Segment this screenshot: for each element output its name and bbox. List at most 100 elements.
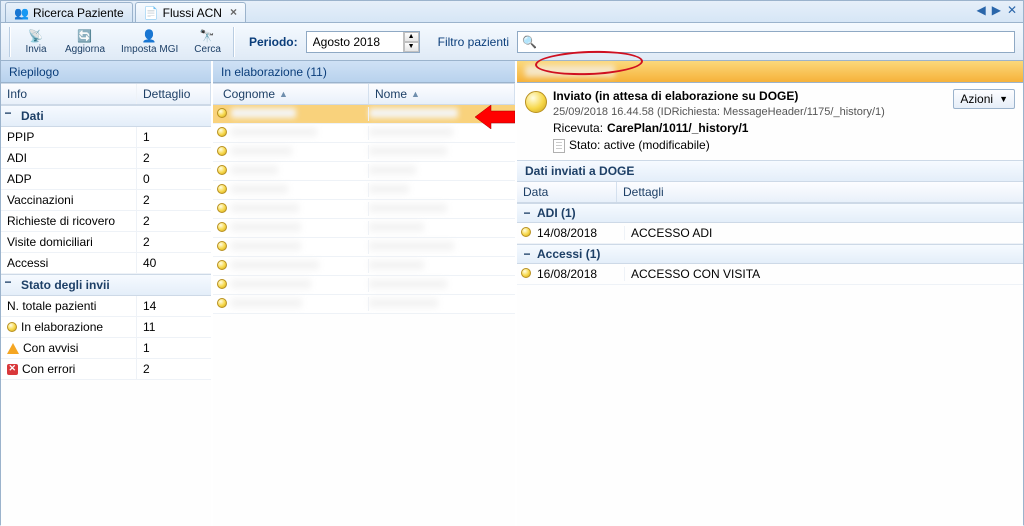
elab-row[interactable] [213,162,515,181]
main-area: Riepilogo Info Dettaglio − Dati PPIP 1 A… [1,61,1023,526]
doge-row[interactable]: 14/08/2018 ACCESSO ADI [517,223,1023,244]
nome-cell [369,183,515,197]
stato-row[interactable]: N. totale pazienti 14 [1,296,211,317]
riepilogo-row[interactable]: Vaccinazioni 2 [1,190,211,211]
aggiorna-button[interactable]: 🔄 Aggiorna [59,28,111,56]
elab-row[interactable] [213,219,515,238]
collapse-icon[interactable]: − [521,206,533,220]
elab-row[interactable] [213,257,515,276]
doge-group-label: Accessi (1) [537,247,600,261]
row-status-icon [213,240,231,254]
filtro-input[interactable] [537,33,1014,51]
elab-row[interactable] [213,181,515,200]
periodo-input[interactable] [307,33,403,51]
elab-row[interactable] [213,238,515,257]
tab-close-icon[interactable]: × [230,9,237,16]
stato-key: Con avvisi [1,338,137,358]
periodo-field[interactable]: ▲ ▼ [306,31,420,53]
azioni-button[interactable]: Azioni ▼ [953,89,1015,109]
stato-val: 11 [137,317,211,337]
nome-cell [369,202,515,216]
error-icon [7,364,18,375]
tab-flussi-acn[interactable]: 📄 Flussi ACN × [135,2,246,22]
riepilogo-row[interactable]: Accessi 40 [1,253,211,274]
nome-cell [369,145,515,159]
riepilogo-val: 2 [137,211,211,231]
row-status-icon [517,226,535,240]
elab-row[interactable] [213,143,515,162]
nome-cell [369,164,515,178]
cognome-cell [231,221,369,235]
collapse-icon[interactable]: − [1,106,15,126]
collapse-icon[interactable]: − [521,247,533,261]
stato-row[interactable]: Con errori 2 [1,359,211,380]
riepilogo-row[interactable]: Richieste di ricovero 2 [1,211,211,232]
riepilogo-val: 1 [137,127,211,147]
tabbar-prev-icon[interactable]: ◀ [976,3,985,17]
imposta-mgi-label: Imposta MGI [121,44,178,55]
invia-label: Invia [25,44,46,55]
row-status-icon [213,183,231,197]
col-nome[interactable]: Nome ▲ [369,84,515,104]
nome-cell [369,278,515,292]
tab-ricerca-paziente[interactable]: 👥 Ricerca Paziente [5,2,133,22]
col-data[interactable]: Data [517,182,617,202]
elaborazione-pane: In elaborazione (11) Cognome ▲ Nome ▲ [213,61,517,526]
riepilogo-row[interactable]: ADP 0 [1,169,211,190]
cognome-cell [231,240,369,254]
riepilogo-key: ADP [1,169,137,189]
riepilogo-grid-head: Info Dettaglio [1,83,211,105]
stato-val: 14 [137,296,211,316]
riepilogo-key: PPIP [1,127,137,147]
col-info[interactable]: Info [1,84,137,104]
riepilogo-row[interactable]: PPIP 1 [1,127,211,148]
tab-icon-flow: 📄 [144,6,159,20]
row-status-icon [213,145,231,159]
status-text: Inviato (in attesa di elaborazione su DO… [553,89,947,154]
invia-button[interactable]: 📡 Invia [17,28,55,56]
imposta-mgi-button[interactable]: 👤 Imposta MGI [115,28,184,56]
collapse-icon[interactable]: − [1,275,15,295]
row-status-icon [213,221,231,235]
aggiorna-label: Aggiorna [65,44,105,55]
elab-row[interactable] [213,105,515,124]
periodo-spin-up[interactable]: ▲ [404,32,419,42]
ricevuta-value: CarePlan/1011/_history/1 [607,121,748,137]
stato-key: N. totale pazienti [1,296,137,316]
col-cognome[interactable]: Cognome ▲ [213,84,369,104]
toolbar-separator [9,27,11,57]
search-icon: 🔍 [522,35,537,49]
elab-row[interactable] [213,295,515,314]
toolbar-separator [233,27,235,57]
riepilogo-row[interactable]: ADI 2 [1,148,211,169]
doge-group[interactable]: − ADI (1) [517,203,1023,223]
cerca-button[interactable]: 🔭 Cerca [188,28,227,56]
periodo-spin-down[interactable]: ▼ [404,42,419,52]
riepilogo-row[interactable]: Visite domiciliari 2 [1,232,211,253]
tabbar-close-icon[interactable]: ✕ [1007,3,1017,17]
elab-row[interactable] [213,124,515,143]
sort-asc-icon: ▲ [411,89,420,99]
section-stato-invii[interactable]: − Stato degli invii [1,274,211,296]
elab-row[interactable] [213,276,515,295]
col-dettagli[interactable]: Dettagli [617,182,670,202]
cognome-cell [231,183,369,197]
doge-group[interactable]: − Accessi (1) [517,244,1023,264]
section-dati[interactable]: − Dati [1,105,211,127]
filtro-box[interactable]: 🔍 [517,31,1015,53]
row-status-icon [213,278,231,292]
doge-group-label: ADI (1) [537,206,576,220]
stato-row[interactable]: In elaborazione 11 [1,317,211,338]
nome-cell [369,297,515,311]
riepilogo-val: 2 [137,190,211,210]
elab-row[interactable] [213,200,515,219]
riepilogo-header: Riepilogo [1,61,211,83]
tabbar-next-icon[interactable]: ▶ [992,3,1001,17]
stato-label: Stato: active (modificabile) [569,138,710,154]
stato-row[interactable]: Con avvisi 1 [1,338,211,359]
nome-cell [369,221,515,235]
doge-row[interactable]: 16/08/2018 ACCESSO CON VISITA [517,264,1023,285]
refresh-icon: 🔄 [77,29,93,45]
cognome-cell [231,278,369,292]
col-dettaglio[interactable]: Dettaglio [137,84,211,104]
